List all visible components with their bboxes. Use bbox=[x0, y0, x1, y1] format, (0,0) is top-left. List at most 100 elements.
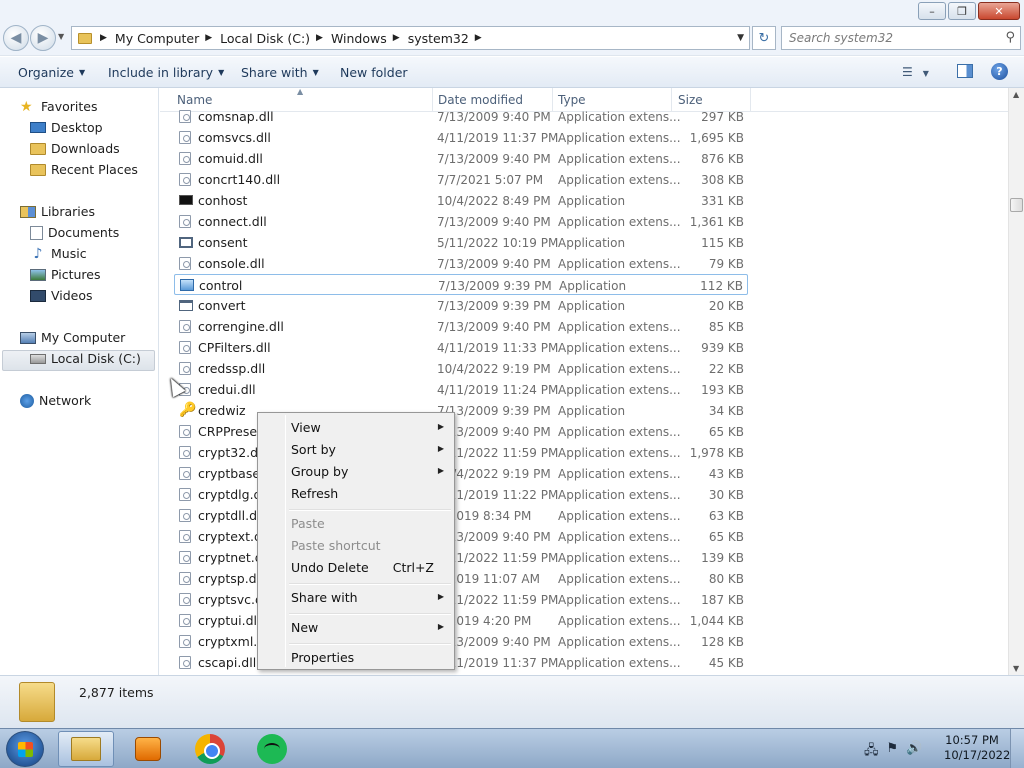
file-row[interactable]: credssp.dll 10/4/2022 9:19 PM Application … bbox=[174, 358, 748, 379]
change-view-button[interactable]: ☰ ▼ bbox=[902, 65, 929, 79]
nav-pictures[interactable]: Pictures bbox=[30, 267, 101, 282]
file-name: console.dll bbox=[198, 256, 265, 271]
file-date-modified: 4/11/2022 11:59 PM bbox=[437, 551, 559, 565]
menu-item-view[interactable]: View ▶ bbox=[291, 420, 451, 440]
nav-documents[interactable]: Documents bbox=[30, 225, 119, 240]
taskbar-media-player[interactable] bbox=[120, 731, 176, 767]
file-row[interactable]: comsvcs.dll 4/11/2019 11:37 PM Application… bbox=[174, 127, 748, 148]
menu-item-refresh[interactable]: Refresh bbox=[291, 486, 451, 506]
taskbar-spotify[interactable] bbox=[244, 731, 300, 767]
column-header-type[interactable]: Type bbox=[558, 93, 586, 107]
maximize-button[interactable]: ❐ bbox=[948, 2, 976, 20]
menu-item-group-by[interactable]: Group by ▶ bbox=[291, 464, 451, 484]
nav-network[interactable]: Network bbox=[20, 393, 91, 408]
file-row[interactable]: comsnap.dll 7/13/2009 9:40 PM Application … bbox=[174, 106, 748, 127]
desktop-icon bbox=[30, 122, 46, 133]
breadcrumb-my-computer[interactable]: My Computer bbox=[115, 31, 199, 46]
menu-item-paste-shortcut[interactable]: Paste shortcut bbox=[291, 538, 451, 558]
refresh-button[interactable]: ↻ bbox=[752, 26, 776, 50]
menu-item-undo-delete[interactable]: Undo Delete Ctrl+Z bbox=[291, 560, 451, 580]
start-button[interactable] bbox=[6, 731, 44, 767]
column-divider[interactable] bbox=[750, 88, 751, 112]
menu-item-paste[interactable]: Paste bbox=[291, 516, 451, 536]
explorer-icon bbox=[71, 737, 101, 761]
menu-item-sort-by[interactable]: Sort by ▶ bbox=[291, 442, 451, 462]
file-row[interactable]: correngine.dll 7/13/2009 9:40 PM Applicati… bbox=[174, 316, 748, 337]
menu-item-share-with[interactable]: Share with ▶ bbox=[291, 590, 451, 610]
vertical-scrollbar[interactable]: ▲ ▼ bbox=[1008, 88, 1024, 675]
scroll-thumb[interactable] bbox=[1010, 198, 1023, 212]
forward-button[interactable]: ▶ bbox=[30, 25, 56, 51]
help-icon[interactable]: ? bbox=[991, 63, 1008, 80]
breadcrumb-local-disk[interactable]: Local Disk (C:) bbox=[220, 31, 310, 46]
new-folder-button[interactable]: New folder bbox=[340, 65, 408, 80]
system-clock[interactable]: 10:57 PM 10/17/2022 bbox=[944, 733, 1010, 763]
file-row[interactable]: console.dll 7/13/2009 9:40 PM Application … bbox=[174, 253, 748, 274]
file-row[interactable]: comuid.dll 7/13/2009 9:40 PM Application e… bbox=[174, 148, 748, 169]
action-center-flag-icon[interactable]: ⚑ bbox=[887, 741, 899, 763]
chevron-right-icon[interactable]: ▶ bbox=[100, 33, 107, 43]
file-row[interactable]: connect.dll 7/13/2009 9:40 PM Application … bbox=[174, 211, 748, 232]
share-with-button[interactable]: Share with ▼ bbox=[241, 65, 319, 80]
menu-item-properties[interactable]: Properties bbox=[291, 650, 451, 670]
show-desktop-button[interactable] bbox=[1010, 729, 1024, 768]
chevron-right-icon[interactable]: ▶ bbox=[393, 33, 400, 43]
file-row[interactable]: conhost 10/4/2022 8:49 PM Application 331 K… bbox=[174, 190, 748, 211]
scroll-up-icon[interactable]: ▲ bbox=[1013, 90, 1019, 99]
nav-videos[interactable]: Videos bbox=[30, 288, 93, 303]
address-bar[interactable]: ▶ My Computer ▶ Local Disk (C:) ▶ Window… bbox=[71, 26, 750, 50]
file-date-modified: 7/13/2009 9:39 PM bbox=[437, 299, 551, 313]
search-input[interactable] bbox=[789, 31, 989, 45]
organize-button[interactable]: Organize ▼ bbox=[18, 65, 85, 80]
column-header-name[interactable]: Name bbox=[177, 93, 212, 107]
search-box[interactable]: ⚲ bbox=[781, 26, 1021, 50]
nav-favorites[interactable]: ★ Favorites bbox=[20, 99, 97, 114]
minimize-button[interactable]: – bbox=[918, 2, 946, 20]
volume-icon[interactable]: 🔊 bbox=[906, 741, 922, 763]
file-row[interactable]: control 7/13/2009 9:39 PM Application 112 K… bbox=[174, 274, 748, 295]
chevron-right-icon[interactable]: ▶ bbox=[205, 33, 212, 43]
dll-file-icon bbox=[179, 362, 191, 375]
column-header-size[interactable]: Size bbox=[678, 93, 703, 107]
menu-label: Paste shortcut bbox=[291, 538, 381, 553]
file-size: 63 KB bbox=[708, 509, 744, 523]
nav-my-computer[interactable]: My Computer bbox=[20, 330, 125, 345]
dll-file-icon bbox=[179, 530, 191, 543]
address-dropdown-icon[interactable]: ▼ bbox=[737, 33, 744, 43]
navigation-pane: ★ Favorites Desktop Downloads Recent Plac… bbox=[0, 88, 159, 675]
preview-pane-icon[interactable] bbox=[957, 64, 973, 78]
nav-downloads[interactable]: Downloads bbox=[30, 141, 120, 156]
include-in-library-button[interactable]: Include in library ▼ bbox=[108, 65, 224, 80]
nav-local-disk[interactable]: Local Disk (C:) bbox=[30, 351, 141, 366]
file-row[interactable]: concrt140.dll 7/7/2021 5:07 PM Application… bbox=[174, 169, 748, 190]
nav-desktop[interactable]: Desktop bbox=[30, 120, 103, 135]
taskbar-chrome[interactable] bbox=[182, 731, 238, 767]
taskbar-explorer[interactable] bbox=[58, 731, 114, 767]
dll-file-icon bbox=[179, 467, 191, 480]
menu-item-new[interactable]: New ▶ bbox=[291, 620, 451, 640]
nav-recent-places[interactable]: Recent Places bbox=[30, 162, 138, 177]
breadcrumb-system32[interactable]: system32 bbox=[408, 31, 469, 46]
chevron-right-icon[interactable]: ▶ bbox=[316, 33, 323, 43]
file-row[interactable]: convert 7/13/2009 9:39 PM Application 20 KB bbox=[174, 295, 748, 316]
file-row[interactable]: credui.dll 4/11/2019 11:24 PM Application … bbox=[174, 379, 748, 400]
computer-icon bbox=[20, 331, 36, 344]
file-size: 22 KB bbox=[708, 362, 744, 376]
scroll-down-icon[interactable]: ▼ bbox=[1013, 664, 1019, 673]
file-type: Application bbox=[559, 279, 627, 293]
file-row[interactable]: CPFilters.dll 4/11/2019 11:33 PM Applicati… bbox=[174, 337, 748, 358]
dll-file-icon bbox=[179, 152, 191, 165]
nav-libraries[interactable]: Libraries bbox=[20, 204, 95, 219]
folder-icon bbox=[78, 32, 92, 44]
nav-music[interactable]: ♪ Music bbox=[30, 246, 87, 261]
network-tray-icon[interactable]: 🖧 bbox=[864, 741, 879, 763]
close-button[interactable]: ✕ bbox=[978, 2, 1020, 20]
column-header-date-modified[interactable]: Date modified bbox=[438, 93, 523, 107]
back-button[interactable]: ◀ bbox=[3, 25, 29, 51]
file-size: 187 KB bbox=[701, 593, 744, 607]
file-row[interactable]: consent 5/11/2022 10:19 PM Application 115 … bbox=[174, 232, 748, 253]
breadcrumb-windows[interactable]: Windows bbox=[331, 31, 387, 46]
chevron-right-icon[interactable]: ▶ bbox=[475, 33, 482, 43]
search-icon[interactable]: ⚲ bbox=[1005, 30, 1015, 45]
recent-pages-dropdown[interactable]: ▼ bbox=[58, 32, 64, 41]
